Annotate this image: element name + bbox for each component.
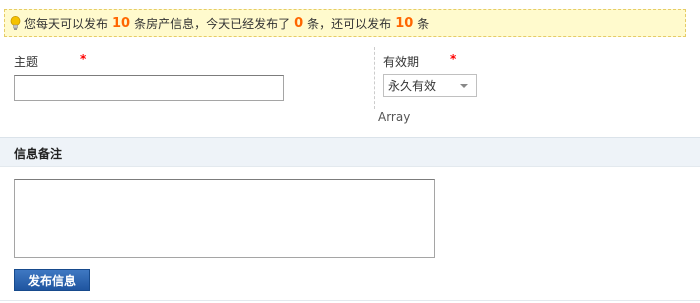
chevron-down-icon bbox=[460, 84, 468, 88]
notice-text-1: 您每天可以发布 bbox=[24, 16, 109, 31]
remaining-count: 10 bbox=[395, 15, 414, 31]
daily-limit-count: 10 bbox=[112, 15, 131, 31]
validity-required-mark: * bbox=[450, 52, 457, 66]
notice-text-2: 条房产信息，今天已经发布了 bbox=[134, 16, 291, 31]
notice-text-3: 条，还可以发布 bbox=[307, 16, 392, 31]
subject-label: 主题 bbox=[14, 55, 39, 69]
lightbulb-icon bbox=[10, 16, 21, 30]
bottom-divider bbox=[0, 300, 700, 301]
remarks-textarea[interactable] bbox=[14, 179, 435, 258]
validity-label: 有效期 bbox=[383, 55, 420, 69]
subject-input[interactable] bbox=[14, 75, 284, 101]
validity-selected-value: 永久有效 bbox=[388, 79, 437, 93]
publish-quota-notice: 您每天可以发布 10 条房产信息，今天已经发布了 0 条，还可以发布 10 条 bbox=[4, 9, 686, 37]
array-text: Array bbox=[378, 110, 411, 124]
notice-text-4: 条 bbox=[417, 16, 430, 31]
publish-button[interactable]: 发布信息 bbox=[14, 269, 90, 291]
published-today-count: 0 bbox=[294, 15, 304, 31]
remarks-section-title: 信息备注 bbox=[14, 147, 63, 161]
validity-select[interactable]: 永久有效 bbox=[383, 74, 477, 97]
remarks-section-header: 信息备注 bbox=[0, 137, 700, 167]
subject-required-mark: * bbox=[80, 52, 87, 66]
column-divider bbox=[374, 47, 375, 109]
